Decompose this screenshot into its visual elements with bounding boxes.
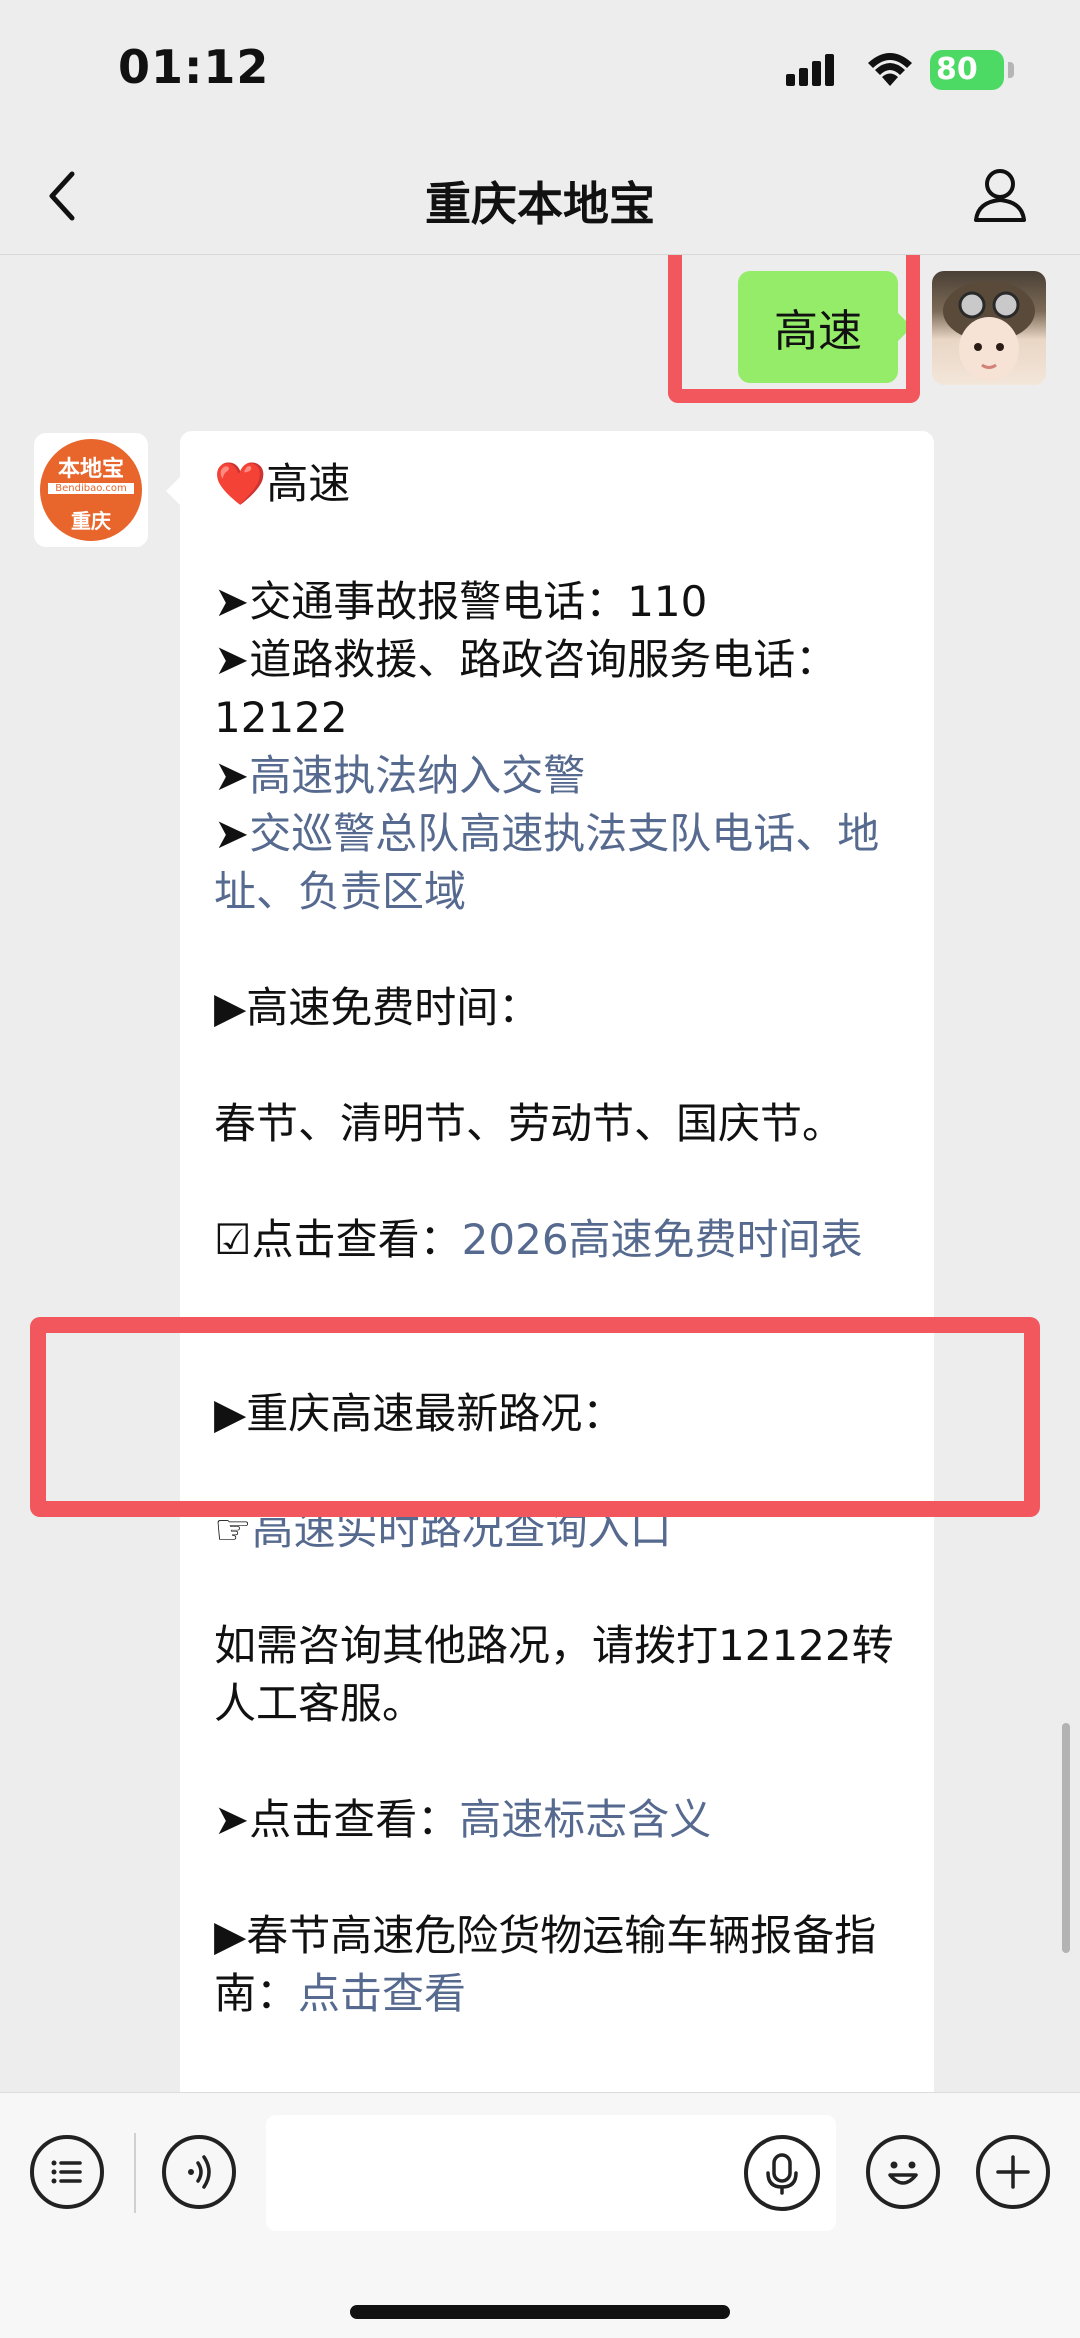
menu-icon[interactable] bbox=[30, 2135, 104, 2209]
arrow-prefix: ➤ bbox=[214, 751, 250, 800]
check-prefix: ☑点击查看： bbox=[214, 1215, 462, 1264]
msg-free-time-check: ☑点击查看：2026高速免费时间表 bbox=[214, 1211, 914, 1269]
home-indicator[interactable] bbox=[350, 2305, 730, 2319]
msg-patrol-line: ➤交巡警总队高速执法支队电话、地址、负责区域 bbox=[214, 805, 914, 921]
voice-icon[interactable] bbox=[162, 2135, 236, 2209]
toolbar-divider bbox=[134, 2133, 136, 2213]
msg-enforcement-line: ➤高速执法纳入交警 bbox=[214, 747, 914, 805]
plus-icon[interactable] bbox=[976, 2135, 1050, 2209]
status-bar: 01:12 80 bbox=[0, 0, 1080, 140]
link-signs[interactable]: 高速标志含义 bbox=[459, 1795, 711, 1844]
msg-title-line: ❤️高速 bbox=[214, 455, 914, 513]
link-free-time-table[interactable]: 2026高速免费时间表 bbox=[462, 1215, 863, 1264]
emoji-icon[interactable] bbox=[866, 2135, 940, 2209]
msg-consult: 如需咨询其他路况，请拨打12122转人工客服。 bbox=[214, 1621, 894, 1728]
arrow-prefix: ➤ bbox=[214, 809, 250, 858]
profile-icon[interactable] bbox=[968, 162, 1032, 226]
msg-free-time-holidays: 春节、清明节、劳动节、国庆节。 bbox=[214, 1099, 845, 1148]
status-time: 01:12 bbox=[118, 40, 270, 94]
user-avatar-image bbox=[943, 281, 1035, 381]
highlight-box-user-message bbox=[668, 255, 920, 403]
signal-icon bbox=[786, 54, 834, 86]
bot-bubble-tail bbox=[166, 477, 180, 505]
logo-text-city: 重庆 bbox=[71, 509, 111, 533]
input-bar bbox=[0, 2092, 1080, 2338]
msg-signs-line: ➤点击查看：高速标志含义 bbox=[214, 1791, 914, 1849]
mic-icon[interactable] bbox=[744, 2135, 820, 2211]
logo-text-top: 本地宝 bbox=[57, 457, 124, 482]
user-avatar[interactable] bbox=[932, 271, 1046, 385]
highlight-box-road-status bbox=[30, 1317, 1040, 1517]
msg-title: 高速 bbox=[266, 459, 351, 508]
scrollbar[interactable] bbox=[1062, 1723, 1070, 1953]
link-hazard[interactable]: 点击查看 bbox=[298, 1969, 466, 2018]
chat-area[interactable]: 高速 本地宝 Bendibao.com 重庆 ❤️高速 ➤交通事故报警电话：11… bbox=[0, 255, 1080, 2093]
nav-bar: 重庆本地宝 bbox=[0, 140, 1080, 255]
heart-icon: ❤️ bbox=[214, 459, 267, 508]
msg-free-time-heading: ▶高速免费时间： bbox=[214, 983, 541, 1032]
battery-level: 80 bbox=[936, 52, 978, 87]
msg-rescue-line: ➤道路救援、路政咨询服务电话：12122 bbox=[214, 635, 838, 742]
msg-hazard-line: ▶春节高速危险货物运输车辆报备指南：点击查看 bbox=[214, 1907, 914, 2023]
official-account-avatar[interactable]: 本地宝 Bendibao.com 重庆 bbox=[34, 433, 148, 547]
msg-police-line: ➤交通事故报警电话：110 bbox=[214, 577, 708, 626]
logo-text-domain: Bendibao.com bbox=[48, 483, 134, 494]
chat-title: 重庆本地宝 bbox=[425, 177, 655, 231]
link-patrol[interactable]: 交巡警总队高速执法支队电话、地址、负责区域 bbox=[214, 809, 879, 916]
signs-prefix: ➤点击查看： bbox=[214, 1795, 460, 1844]
battery-tip bbox=[1008, 62, 1014, 78]
wifi-icon bbox=[868, 53, 912, 86]
battery-icon: 80 bbox=[930, 50, 1004, 90]
link-enforcement[interactable]: 高速执法纳入交警 bbox=[249, 751, 585, 800]
